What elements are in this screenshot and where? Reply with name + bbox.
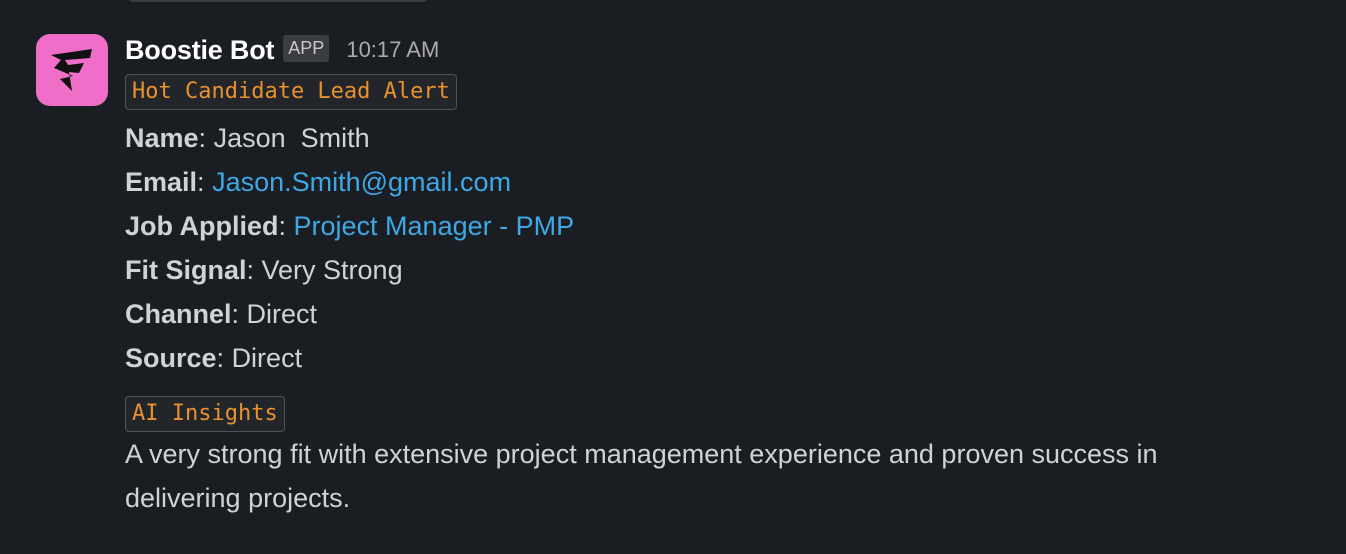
field-label: Email: [125, 167, 198, 197]
field-value: Very Strong: [261, 255, 403, 285]
field-label: Fit Signal: [125, 255, 247, 285]
email-link[interactable]: Jason.Smith@gmail.com: [212, 167, 511, 197]
insights-title-code: AI Insights: [125, 396, 285, 432]
sender-name[interactable]: Boostie Bot: [125, 35, 274, 66]
previous-message-edge: [126, 0, 430, 2]
field-source: Source: Direct: [125, 343, 303, 373]
field-fit-signal: Fit Signal: Very Strong: [125, 255, 403, 285]
app-badge: APP: [283, 34, 330, 62]
avatar[interactable]: [36, 34, 108, 106]
insights-section: AI Insights A very strong fit with exten…: [125, 396, 1306, 520]
field-label: Name: [125, 123, 199, 153]
field-label: Job Applied: [125, 211, 279, 241]
field-label: Source: [125, 343, 217, 373]
field-label: Channel: [125, 299, 232, 329]
job-link[interactable]: Project Manager - PMP: [294, 211, 575, 241]
insights-text: A very strong fit with extensive project…: [125, 439, 1158, 513]
candidate-fields: Name: Jason Smith Email: Jason.Smith@gma…: [125, 116, 1306, 380]
bot-message: Boostie Bot APP 10:17 AM Hot Candidate L…: [125, 30, 1306, 520]
message-header: Boostie Bot APP 10:17 AM: [125, 30, 1306, 70]
message-timestamp[interactable]: 10:17 AM: [346, 37, 439, 63]
field-job-applied: Job Applied: Project Manager - PMP: [125, 211, 575, 241]
boostie-logo-icon: [51, 49, 92, 91]
field-name: Name: Jason Smith: [125, 123, 370, 153]
alert-title-code: Hot Candidate Lead Alert: [125, 74, 457, 110]
field-value: Direct: [231, 343, 303, 373]
field-value: Direct: [246, 299, 318, 329]
field-email: Email: Jason.Smith@gmail.com: [125, 167, 512, 197]
field-value: Jason Smith: [213, 123, 370, 153]
field-channel: Channel: Direct: [125, 299, 318, 329]
